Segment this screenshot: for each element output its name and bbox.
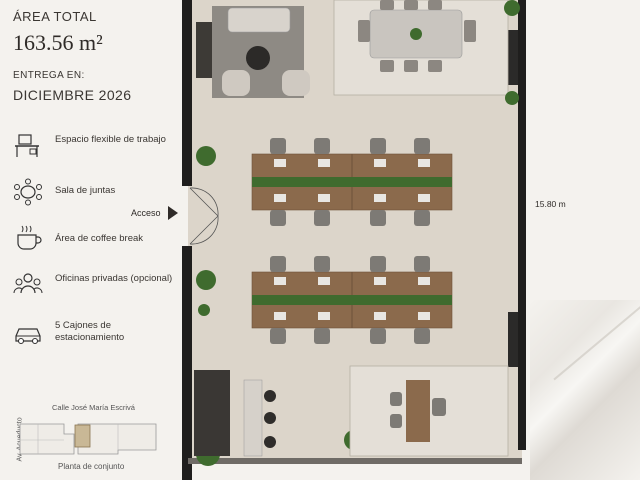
coffee-cup-icon <box>17 225 42 250</box>
area-label: ÁREA TOTAL <box>13 9 97 24</box>
wall-bottom <box>188 458 522 464</box>
feature-label: Oficinas privadas (opcional) <box>55 273 173 284</box>
area-value: 163.56 m² <box>13 30 103 55</box>
sofa <box>227 7 291 33</box>
bar-stools <box>264 390 276 448</box>
column-right-bottom <box>508 312 518 367</box>
feature-label: Espacio flexible de trabajo <box>55 134 166 145</box>
wall-left-bottom <box>182 246 192 480</box>
desk-icon <box>15 134 39 157</box>
armchair-left <box>222 70 250 96</box>
armchair-right <box>282 70 310 96</box>
feature-item-coffee: Área de coffee break <box>13 224 178 256</box>
delivery-value: DICIEMBRE 2026 <box>13 87 132 103</box>
highlighted-lot <box>74 424 91 448</box>
site-plan-caption: Planta de conjunto <box>58 462 125 471</box>
table-plant <box>410 28 422 40</box>
office-floor-plan <box>182 0 526 480</box>
meeting-table-icon <box>14 178 42 206</box>
feature-item-offices: Oficinas privadas (opcional) <box>13 271 178 303</box>
dimension-label: 15.80 m <box>535 199 566 209</box>
feature-label: Área de coffee break <box>55 233 144 244</box>
street-top-label: Calle José María Escrivá <box>52 403 135 412</box>
feature-label: 5 Cajones de estacionamiento <box>55 320 125 343</box>
entrance-label: Acceso <box>131 208 161 218</box>
wall-left-top <box>182 0 192 186</box>
coffee-counter <box>194 370 230 456</box>
info-panel: ÁREA TOTAL 163.56 m² ENTREGA EN: DICIEMB… <box>0 0 180 480</box>
delivery-label: ENTREGA EN: <box>13 70 85 81</box>
marble-decoration <box>530 300 640 480</box>
feature-item-parking: 5 Cajones de estacionamiento <box>13 318 178 350</box>
wall-right <box>518 0 526 450</box>
feature-item-workspace: Espacio flexible de trabajo <box>13 132 178 164</box>
feature-label: Sala de juntas <box>55 185 116 196</box>
feature-item-meeting: Sala de juntas <box>13 178 178 210</box>
entrance-arrow-icon <box>168 206 178 220</box>
site-plan-map <box>19 423 157 455</box>
office-chair <box>432 398 446 416</box>
coffee-bar <box>243 379 263 457</box>
credenza <box>196 22 212 78</box>
car-icon <box>15 328 41 345</box>
office-desk <box>406 380 430 442</box>
column-right-top <box>508 30 518 85</box>
floor-plan-page: ÁREA TOTAL 163.56 m² ENTREGA EN: DICIEMB… <box>0 0 640 480</box>
people-icon <box>13 273 43 294</box>
coffee-table <box>246 46 270 70</box>
